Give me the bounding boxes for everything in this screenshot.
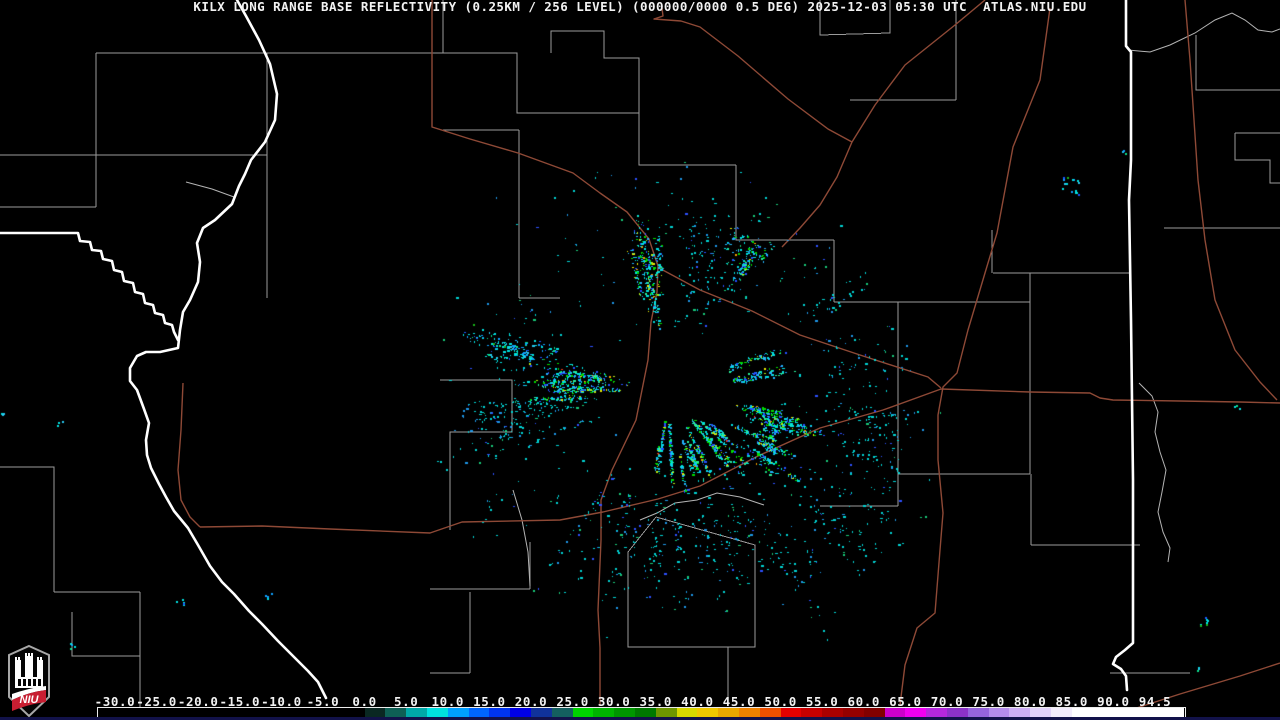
colorbar-segment bbox=[697, 708, 718, 717]
colorbar-segment bbox=[1072, 708, 1184, 717]
colorbar-segment bbox=[593, 708, 614, 717]
colorbar-segment bbox=[427, 708, 448, 717]
colorbar-segment bbox=[614, 708, 635, 717]
reflectivity-echo-layer bbox=[0, 0, 1280, 720]
colorbar-segment bbox=[968, 708, 989, 717]
colorbar-segment bbox=[760, 708, 781, 717]
colorbar-segment bbox=[635, 708, 656, 717]
niu-logo: NIU bbox=[7, 644, 51, 718]
colorbar-segment bbox=[822, 708, 843, 717]
colorbar-segment bbox=[801, 708, 822, 717]
colorbar-segment bbox=[989, 708, 1010, 717]
colorbar-segment bbox=[531, 708, 552, 717]
colorbar-segment bbox=[385, 708, 406, 717]
colorbar-segment bbox=[905, 708, 926, 717]
colorbar-segment bbox=[926, 708, 947, 717]
colorbar-segment bbox=[365, 708, 386, 717]
colorbar-segment bbox=[677, 708, 698, 717]
colorbar-segment bbox=[656, 708, 677, 717]
colorbar-segment bbox=[406, 708, 427, 717]
colorbar-segment bbox=[1051, 708, 1072, 717]
colorbar-segment bbox=[1009, 708, 1030, 717]
colorbar-segment bbox=[781, 708, 802, 717]
colorbar-segment bbox=[489, 708, 510, 717]
radar-display: NIU KILX LONG RANGE BASE REFLECTIVITY (0… bbox=[0, 0, 1280, 720]
colorbar-segment bbox=[1030, 708, 1051, 717]
colorbar-segment bbox=[864, 708, 885, 717]
colorbar-segment bbox=[573, 708, 594, 717]
colorbar-segment bbox=[739, 708, 760, 717]
niu-logo-text: NIU bbox=[20, 694, 40, 706]
colorbar-segment bbox=[885, 708, 906, 717]
colorbar-segment bbox=[510, 708, 531, 717]
colorbar-segment bbox=[469, 708, 490, 717]
colorbar-segment bbox=[718, 708, 739, 717]
colorbar-segment bbox=[552, 708, 573, 717]
colorbar-segment bbox=[843, 708, 864, 717]
colorbar-segment bbox=[448, 708, 469, 717]
colorbar-segment bbox=[947, 708, 968, 717]
product-title: KILX LONG RANGE BASE REFLECTIVITY (0.25K… bbox=[0, 0, 1280, 14]
